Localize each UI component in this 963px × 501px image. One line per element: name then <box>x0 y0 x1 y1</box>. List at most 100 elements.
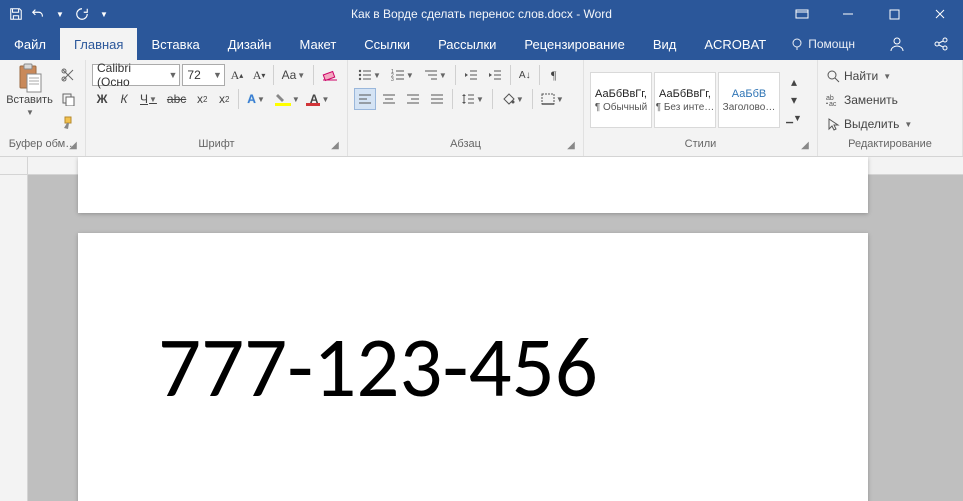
dialog-launcher-icon[interactable]: ◢ <box>565 140 577 152</box>
tab-mailings[interactable]: Рассылки <box>424 28 510 60</box>
document-text[interactable]: 777-123-456 <box>158 323 788 412</box>
replace-button[interactable]: abac Заменить <box>824 90 914 110</box>
account-icon[interactable] <box>875 28 919 60</box>
cut-button[interactable] <box>57 64 79 86</box>
svg-text:3: 3 <box>391 77 394 81</box>
tab-view[interactable]: Вид <box>639 28 691 60</box>
paste-label: Вставить <box>6 94 53 106</box>
save-icon[interactable] <box>8 6 24 22</box>
minimize-icon[interactable] <box>825 0 871 28</box>
undo-dropdown-icon[interactable]: ▼ <box>52 6 68 22</box>
brush-icon <box>61 116 75 130</box>
style-no-spacing[interactable]: АаБбВвГг, ¶ Без инте… <box>654 72 716 128</box>
bold-button[interactable]: Ж <box>92 88 112 110</box>
lightbulb-icon <box>790 37 804 51</box>
find-label: Найти <box>844 69 878 83</box>
tab-review[interactable]: Рецензирование <box>510 28 638 60</box>
strikethrough-button[interactable]: abc <box>163 88 190 110</box>
group-label-paragraph: Абзац <box>450 138 481 150</box>
page-previous[interactable] <box>78 157 868 213</box>
numbering-button[interactable]: 123▼ <box>387 64 418 86</box>
show-marks-button[interactable]: ¶ <box>544 64 564 86</box>
style-normal[interactable]: АаБбВвГг, ¶ Обычный <box>590 72 652 128</box>
style-heading1[interactable]: АаБбВ Заголово… <box>718 72 780 128</box>
maximize-icon[interactable] <box>871 0 917 28</box>
subscript-button[interactable]: x2 <box>192 88 212 110</box>
indent-icon <box>488 69 502 81</box>
format-painter-button[interactable] <box>57 112 79 134</box>
align-center-button[interactable] <box>378 88 400 110</box>
superscript-button[interactable]: x2 <box>214 88 234 110</box>
style-preview: АаБбВвГг, <box>595 88 647 100</box>
dialog-launcher-icon[interactable]: ◢ <box>67 140 79 152</box>
tab-file[interactable]: Файл <box>0 28 60 60</box>
grow-font-button[interactable]: A▴ <box>227 64 247 86</box>
shading-button[interactable]: ▼ <box>497 88 528 110</box>
multilevel-list-button[interactable]: ▼ <box>420 64 451 86</box>
font-color-button[interactable]: A▼ <box>306 88 334 110</box>
styles-scroll-up[interactable]: ▴ <box>784 73 804 91</box>
copy-button[interactable] <box>57 88 79 110</box>
style-name: ¶ Без инте… <box>656 102 715 113</box>
increase-indent-button[interactable] <box>484 64 506 86</box>
tab-acrobat[interactable]: ACROBAT <box>690 28 780 60</box>
find-button[interactable]: Найти▼ <box>824 66 914 86</box>
undo-icon[interactable] <box>30 6 46 22</box>
change-case-button[interactable]: Aa▼ <box>278 64 309 86</box>
align-left-button[interactable] <box>354 88 376 110</box>
bullets-button[interactable]: ▼ <box>354 64 385 86</box>
chevron-down-icon: ▼ <box>26 108 34 117</box>
font-name-value: Calibri (Осно <box>97 61 164 89</box>
align-right-button[interactable] <box>402 88 424 110</box>
decrease-indent-button[interactable] <box>460 64 482 86</box>
borders-icon <box>541 93 555 105</box>
group-clipboard: Вставить ▼ Буфер обм…◢ <box>0 60 86 156</box>
align-right-icon <box>406 93 420 105</box>
styles-scroll-down[interactable]: ▾ <box>784 91 804 109</box>
tab-home[interactable]: Главная <box>60 28 137 60</box>
font-size-combo[interactable]: 72▼ <box>182 64 224 86</box>
underline-button[interactable]: Ч▼ <box>136 88 161 110</box>
group-label-font: Шрифт <box>198 138 234 150</box>
tell-me-search[interactable]: Помощн <box>780 28 865 60</box>
close-icon[interactable] <box>917 0 963 28</box>
page-current[interactable]: 777-123-456 <box>78 233 868 501</box>
outdent-icon <box>464 69 478 81</box>
group-font: Calibri (Осно▼ 72▼ A▴ A▾ Aa▼ Ж К Ч▼ abc … <box>86 60 348 156</box>
text-effects-button[interactable]: A▼ <box>243 88 269 110</box>
cursor-icon <box>826 117 840 131</box>
borders-button[interactable]: ▼ <box>537 88 568 110</box>
qat-customize-icon[interactable]: ▼ <box>96 6 112 22</box>
quick-access-toolbar: ▼ ▼ <box>0 6 112 22</box>
tab-layout[interactable]: Макет <box>285 28 350 60</box>
vertical-ruler[interactable] <box>0 175 28 501</box>
document-title: Как в Ворде сделать перенос слов.docx - … <box>351 7 612 21</box>
font-name-combo[interactable]: Calibri (Осно▼ <box>92 64 180 86</box>
styles-expand[interactable]: ▁▼ <box>784 109 804 127</box>
tab-insert[interactable]: Вставка <box>137 28 213 60</box>
dialog-launcher-icon[interactable]: ◢ <box>329 140 341 152</box>
paint-bucket-icon <box>501 93 515 105</box>
clear-formatting-button[interactable] <box>318 64 341 86</box>
line-spacing-button[interactable]: ▼ <box>457 88 488 110</box>
share-icon[interactable] <box>919 28 963 60</box>
sort-button[interactable]: A↓ <box>515 64 535 86</box>
tab-references[interactable]: Ссылки <box>350 28 424 60</box>
window-controls <box>779 0 963 28</box>
highlight-button[interactable]: ▼ <box>271 88 304 110</box>
dialog-launcher-icon[interactable]: ◢ <box>799 140 811 152</box>
replace-icon: abac <box>826 93 840 107</box>
paste-button[interactable]: Вставить ▼ <box>4 62 55 119</box>
group-editing: Найти▼ abac Заменить Выделить▼ Редактиро… <box>818 60 963 156</box>
redo-icon[interactable] <box>74 6 90 22</box>
select-button[interactable]: Выделить▼ <box>824 114 914 134</box>
eraser-icon <box>322 68 337 82</box>
justify-icon <box>430 93 444 105</box>
italic-button[interactable]: К <box>114 88 134 110</box>
shrink-font-button[interactable]: A▾ <box>249 64 269 86</box>
ruler-corner <box>0 157 28 175</box>
justify-button[interactable] <box>426 88 448 110</box>
tab-design[interactable]: Дизайн <box>214 28 286 60</box>
font-size-value: 72 <box>187 68 200 82</box>
ribbon-options-icon[interactable] <box>779 0 825 28</box>
